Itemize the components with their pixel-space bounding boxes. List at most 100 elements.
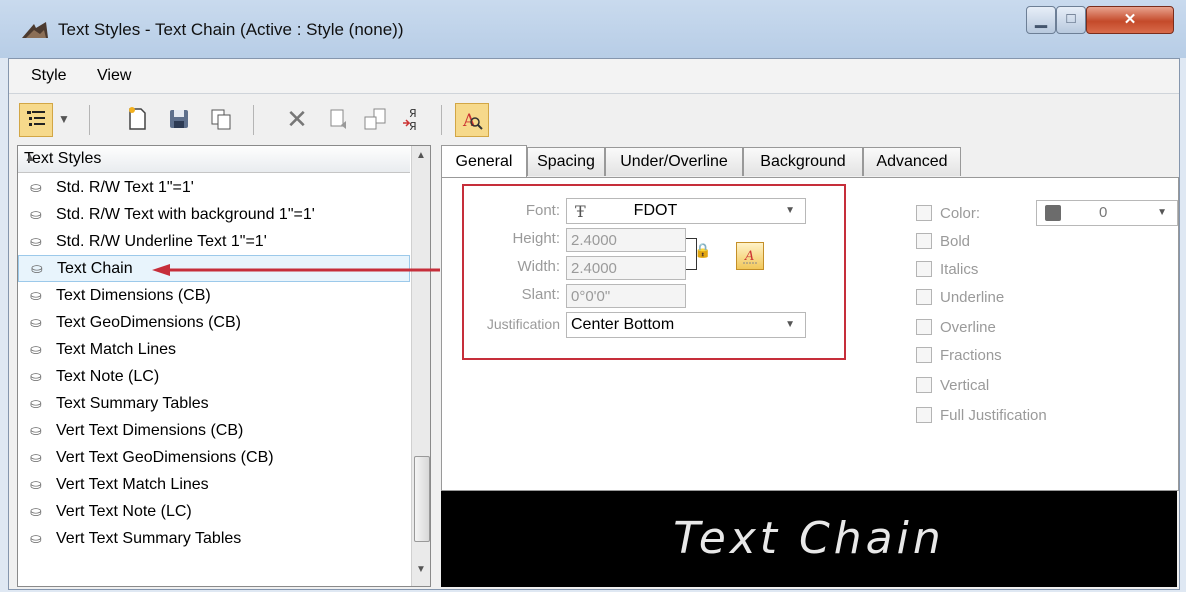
maximize-icon: □: [1066, 10, 1076, 27]
tab-spacing[interactable]: Spacing: [527, 147, 605, 176]
preview-text: Text Chain: [673, 513, 945, 564]
text-style-icon: ⛀: [30, 476, 42, 492]
height-label: Height:: [512, 230, 560, 247]
fractions-checkbox[interactable]: [916, 347, 932, 363]
vertical-label: Vertical: [940, 376, 990, 394]
tab-advanced[interactable]: Advanced: [863, 147, 961, 176]
justification-dropdown[interactable]: Center Bottom ▼: [566, 312, 806, 338]
new-style-icon[interactable]: [121, 103, 153, 135]
scroll-down-icon[interactable]: ▼: [412, 564, 430, 582]
font-value: FDOT: [633, 202, 678, 219]
menu-view[interactable]: View: [97, 67, 131, 85]
list-item-label: Text Chain: [57, 259, 133, 277]
text-style-icon: ⛀: [30, 287, 42, 303]
underline-checkbox-row[interactable]: Underline: [916, 286, 1004, 308]
list-view-icon[interactable]: [19, 103, 53, 137]
list-item[interactable]: ⛀ Vert Text Note (LC): [18, 498, 410, 525]
annotation-arrow: [152, 264, 440, 276]
list-item[interactable]: ⛀ Vert Text Dimensions (CB): [18, 417, 410, 444]
update-icon[interactable]: [323, 103, 355, 135]
list-item[interactable]: ⛀ Text Match Lines: [18, 336, 410, 363]
underline-label: Underline: [940, 288, 1005, 306]
tab-general[interactable]: General: [441, 145, 527, 177]
menu-bar: Style View: [9, 59, 1179, 94]
text-styles-window: Text Styles - Text Chain (Active : Style…: [0, 0, 1186, 592]
full-justification-checkbox-row[interactable]: Full Justification: [916, 404, 1047, 426]
fractions-checkbox-row[interactable]: Fractions: [916, 344, 1002, 366]
height-field[interactable]: 2.4000: [566, 228, 686, 252]
color-checkbox[interactable]: [916, 205, 932, 221]
title-bar: Text Styles - Text Chain (Active : Style…: [0, 0, 1186, 58]
color-value: 0: [1099, 204, 1108, 221]
copy-icon[interactable]: [205, 103, 237, 135]
list-item-label: Std. R/W Text with background 1"=1': [56, 205, 315, 223]
list-item[interactable]: ⛀ Vert Text Summary Tables: [18, 525, 410, 552]
list-item[interactable]: ⛀ Text Dimensions (CB): [18, 282, 410, 309]
list-item-label: Vert Text Note (LC): [56, 502, 192, 520]
italics-checkbox[interactable]: [916, 261, 932, 277]
list-item[interactable]: ⛀ Std. R/W Text with background 1"=1': [18, 201, 410, 228]
bold-checkbox-row[interactable]: Bold: [916, 230, 970, 252]
list-item[interactable]: ⛀ Std. R/W Underline Text 1"=1': [18, 228, 410, 255]
list-item[interactable]: ⛀ Text Note (LC): [18, 363, 410, 390]
color-dropdown[interactable]: 0 ▼: [1036, 200, 1178, 226]
lock-icon[interactable]: 🔒: [694, 242, 711, 259]
minimize-button[interactable]: ▁: [1026, 6, 1056, 34]
import-icon[interactable]: ЯЯ: [397, 103, 429, 135]
tab-background[interactable]: Background: [743, 147, 863, 176]
bold-checkbox[interactable]: [916, 233, 932, 249]
list-header[interactable]: Text Styles ▲: [18, 146, 410, 173]
chevron-down-icon: ▼: [1157, 207, 1167, 218]
font-dropdown[interactable]: Ŧ FDOT ▼: [566, 198, 806, 224]
list-item-label: Text Dimensions (CB): [56, 286, 211, 304]
save-icon[interactable]: [163, 103, 195, 135]
dropdown-arrow-icon[interactable]: ▼: [55, 103, 73, 135]
list-item-label: Vert Text Summary Tables: [56, 529, 242, 547]
list-items: ⛀ Std. R/W Text 1"=1' ⛀ Std. R/W Text with…: [18, 174, 410, 552]
maximize-button[interactable]: □: [1056, 6, 1086, 34]
list-item-label: Text Note (LC): [56, 367, 160, 385]
list-item-label: Std. R/W Underline Text 1"=1': [56, 232, 267, 250]
overline-checkbox-row[interactable]: Overline: [916, 316, 996, 338]
window-title: Text Styles - Text Chain (Active : Style…: [58, 20, 404, 39]
list-item[interactable]: ⛀ Text GeoDimensions (CB): [18, 309, 410, 336]
scroll-up-icon[interactable]: ▲: [412, 150, 430, 168]
slant-field[interactable]: 0°0'0": [566, 284, 686, 308]
close-button[interactable]: ✕: [1086, 6, 1174, 34]
justification-value: Center Bottom: [571, 316, 675, 333]
list-item-label: Text Summary Tables: [56, 394, 209, 412]
underline-checkbox[interactable]: [916, 289, 932, 305]
scroll-thumb[interactable]: [414, 456, 430, 542]
replace-icon[interactable]: [359, 103, 391, 135]
text-style-icon: ⛀: [30, 530, 42, 546]
toolbar-separator: [441, 105, 442, 135]
list-item[interactable]: ⛀ Vert Text Match Lines: [18, 471, 410, 498]
vertical-checkbox[interactable]: [916, 377, 932, 393]
italics-label: Italics: [940, 260, 979, 278]
width-field[interactable]: 2.4000: [566, 256, 686, 280]
list-item[interactable]: ⛀ Text Summary Tables: [18, 390, 410, 417]
app-icon: [22, 22, 48, 38]
text-style-icon: ⛀: [30, 233, 42, 249]
vertical-checkbox-row[interactable]: Vertical: [916, 374, 989, 396]
overline-checkbox[interactable]: [916, 319, 932, 335]
list-item[interactable]: ⛀ Std. R/W Text 1"=1': [18, 174, 410, 201]
truetype-font-icon: Ŧ: [575, 201, 586, 221]
italics-checkbox-row[interactable]: Italics: [916, 258, 978, 280]
list-item[interactable]: ⛀ Vert Text GeoDimensions (CB): [18, 444, 410, 471]
match-text-icon[interactable]: A: [736, 242, 764, 270]
text-style-icon: ⛀: [30, 206, 42, 222]
text-preview-icon[interactable]: A: [455, 103, 489, 137]
delete-icon[interactable]: ✕: [281, 103, 313, 135]
color-checkbox-row[interactable]: Color:: [916, 202, 980, 224]
full-justification-checkbox[interactable]: [916, 407, 932, 423]
text-style-icon: ⛀: [30, 449, 42, 465]
chevron-down-icon: ▼: [785, 319, 795, 330]
overline-label: Overline: [940, 318, 996, 336]
toolbar: ▼ ✕ ЯЯ A: [9, 95, 1179, 145]
menu-style[interactable]: Style: [31, 67, 67, 85]
bold-label: Bold: [940, 232, 971, 250]
tab-under-overline[interactable]: Under/Overline: [605, 147, 743, 176]
sort-ascending-icon: ▲: [24, 150, 36, 164]
list-scrollbar[interactable]: ▲ ▼: [411, 146, 430, 586]
